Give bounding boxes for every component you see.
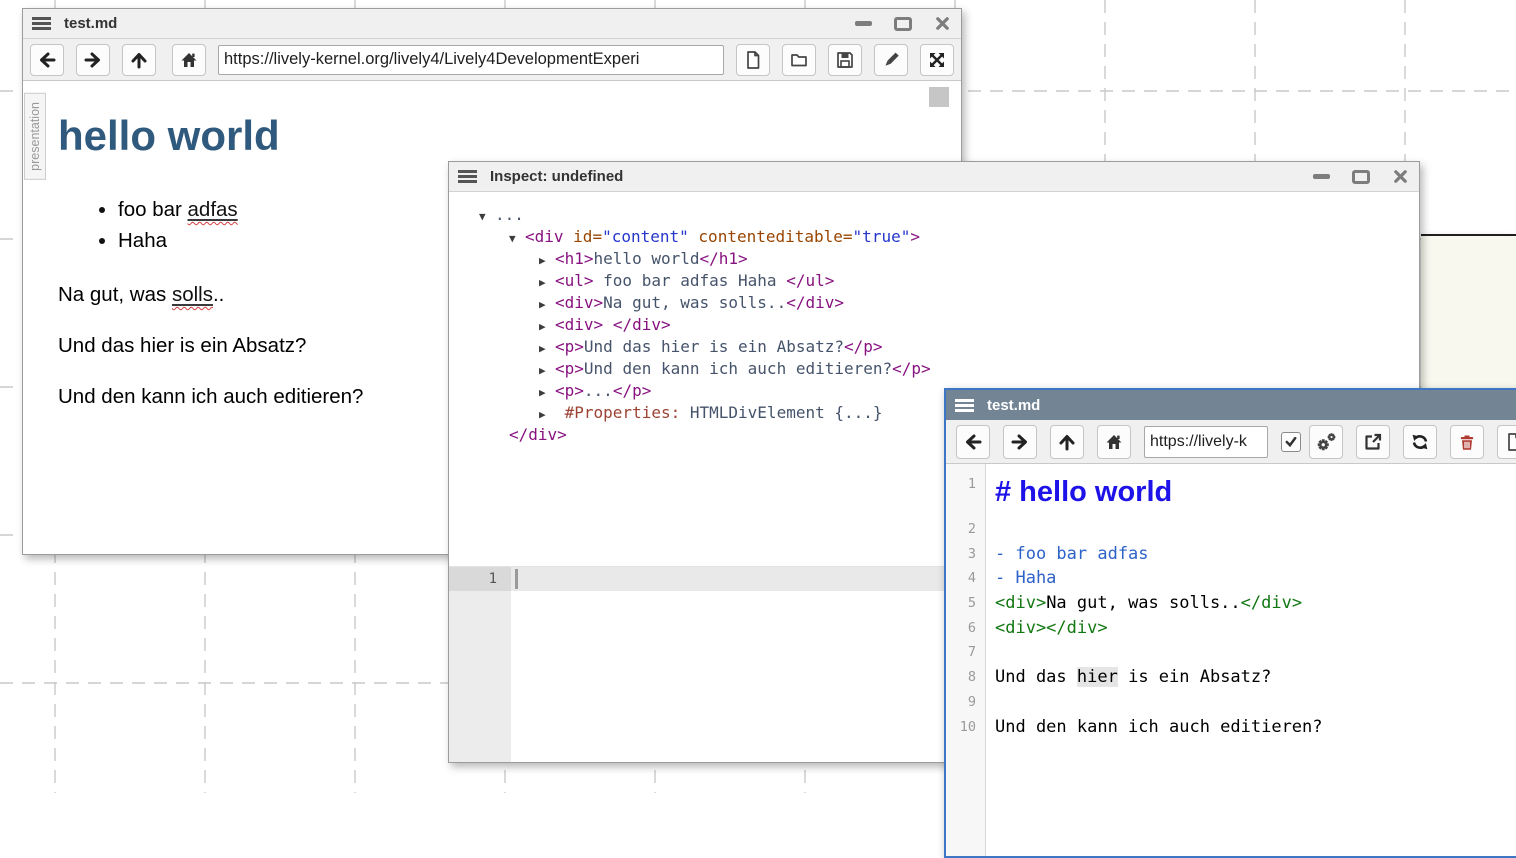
home-button[interactable] — [172, 44, 206, 76]
line-number: 2 — [946, 517, 986, 542]
forward-button[interactable] — [1003, 425, 1037, 459]
save-floppy-icon — [835, 50, 855, 70]
presentation-tab[interactable]: presentation — [24, 93, 46, 180]
check-icon — [1284, 435, 1298, 449]
line-number: 4 — [946, 566, 986, 591]
new-file-button[interactable] — [736, 44, 770, 76]
back-button[interactable] — [30, 44, 64, 76]
forward-arrow-icon — [83, 50, 103, 70]
forward-arrow-icon — [1010, 432, 1030, 452]
new-file-icon — [1504, 432, 1516, 452]
close-icon[interactable] — [1392, 168, 1409, 185]
code-line[interactable]: 3- foo bar adfas — [946, 542, 1516, 567]
line-number: 1 — [946, 470, 986, 517]
dom-tree-node[interactable]: ▼<div id="content" contenteditable="true… — [449, 226, 1419, 248]
code-line[interactable]: 6<div></div> — [946, 616, 1516, 641]
back-button[interactable] — [956, 425, 990, 459]
line-number: 7 — [946, 640, 986, 665]
dom-tree-node[interactable]: ▼... — [449, 204, 1419, 226]
browser-toolbar — [23, 39, 961, 81]
folder-button[interactable] — [782, 44, 816, 76]
scrollbar-thumb[interactable] — [929, 87, 949, 107]
expand-button[interactable] — [920, 44, 954, 76]
line-number: 9 — [946, 690, 986, 715]
maximize-button[interactable] — [894, 17, 912, 31]
line-number: 8 — [946, 665, 986, 690]
window-title: Inspect: undefined — [490, 168, 623, 185]
dom-tree-node[interactable]: ▶<p>Und das hier is ein Absatz?</p> — [449, 336, 1419, 358]
dom-tree-node[interactable]: ▶<h1>hello world</h1> — [449, 248, 1419, 270]
line-number: 10 — [946, 715, 986, 740]
code-line[interactable]: 5<div>Na gut, was solls..</div> — [946, 591, 1516, 616]
pencil-icon — [881, 50, 901, 70]
back-arrow-icon — [963, 432, 983, 452]
code-line[interactable]: 8Und das hier is ein Absatz? — [946, 665, 1516, 690]
minimize-button[interactable] — [855, 21, 872, 26]
maximize-button[interactable] — [1352, 170, 1370, 184]
menu-icon[interactable] — [955, 399, 974, 412]
settings-button[interactable] — [1309, 425, 1343, 459]
line-number: 6 — [946, 616, 986, 641]
menu-icon[interactable] — [32, 17, 51, 30]
save-button[interactable] — [828, 44, 862, 76]
window-title: test.md — [987, 397, 1040, 414]
window-controls — [1313, 168, 1413, 185]
line-number: 1 — [449, 567, 511, 591]
url-input[interactable] — [1144, 426, 1268, 458]
up-arrow-icon — [129, 50, 149, 70]
preview-heading: hello world — [58, 112, 961, 160]
gears-icon — [1315, 431, 1337, 453]
line-number: 3 — [946, 542, 986, 567]
back-arrow-icon — [37, 50, 57, 70]
code-line[interactable]: 4- Haha — [946, 566, 1516, 591]
browser-toolbar — [946, 420, 1516, 464]
home-icon — [1104, 432, 1124, 452]
code-line[interactable]: 1# hello world — [946, 470, 1516, 517]
close-icon[interactable] — [934, 15, 951, 32]
window-titlebar: Inspect: undefined — [449, 162, 1419, 192]
dom-tree-node[interactable]: ▶<ul> foo bar adfas Haha </ul> — [449, 270, 1419, 292]
dom-tree-node[interactable]: ▶<div> </div> — [449, 314, 1419, 336]
url-input[interactable] — [218, 45, 724, 75]
window-titlebar: test.md — [23, 9, 961, 39]
new-file-button[interactable] — [1497, 425, 1516, 459]
window-titlebar: test.md — [946, 390, 1516, 420]
checkbox-checked[interactable] — [1281, 432, 1301, 452]
up-button[interactable] — [122, 44, 156, 76]
up-arrow-icon — [1057, 432, 1077, 452]
new-file-icon — [743, 50, 763, 70]
refresh-icon — [1410, 432, 1430, 452]
forward-button[interactable] — [76, 44, 110, 76]
open-external-button[interactable] — [1356, 425, 1390, 459]
external-link-icon — [1363, 432, 1383, 452]
home-button[interactable] — [1097, 425, 1131, 459]
dom-tree-node[interactable]: ▶<p>Und den kann ich auch editieren?</p> — [449, 358, 1419, 380]
code-line[interactable]: 2 — [946, 517, 1516, 542]
minimize-button[interactable] — [1313, 174, 1330, 179]
folder-icon — [789, 50, 809, 70]
code-line[interactable]: 9 — [946, 690, 1516, 715]
window-title: test.md — [64, 15, 117, 32]
code-line[interactable]: 10Und den kann ich auch editieren? — [946, 715, 1516, 740]
markdown-editor-window: test.md — [944, 388, 1516, 858]
home-icon — [179, 50, 199, 70]
expand-arrows-icon — [927, 50, 947, 70]
text-cursor — [515, 569, 518, 589]
edit-button[interactable] — [874, 44, 908, 76]
line-number: 5 — [946, 591, 986, 616]
dom-tree-node[interactable]: ▶<div>Na gut, was solls..</div> — [449, 292, 1419, 314]
trash-icon — [1457, 432, 1477, 452]
markdown-source-editor[interactable]: 1# hello world23- foo bar adfas4- Haha5<… — [946, 464, 1516, 856]
reload-button[interactable] — [1403, 425, 1437, 459]
menu-icon[interactable] — [458, 170, 477, 183]
editor-lines: 1# hello world23- foo bar adfas4- Haha5<… — [946, 470, 1516, 739]
window-controls — [855, 15, 955, 32]
up-button[interactable] — [1050, 425, 1084, 459]
code-line[interactable]: 7 — [946, 640, 1516, 665]
delete-button[interactable] — [1450, 425, 1484, 459]
editor-gutter — [449, 567, 511, 762]
